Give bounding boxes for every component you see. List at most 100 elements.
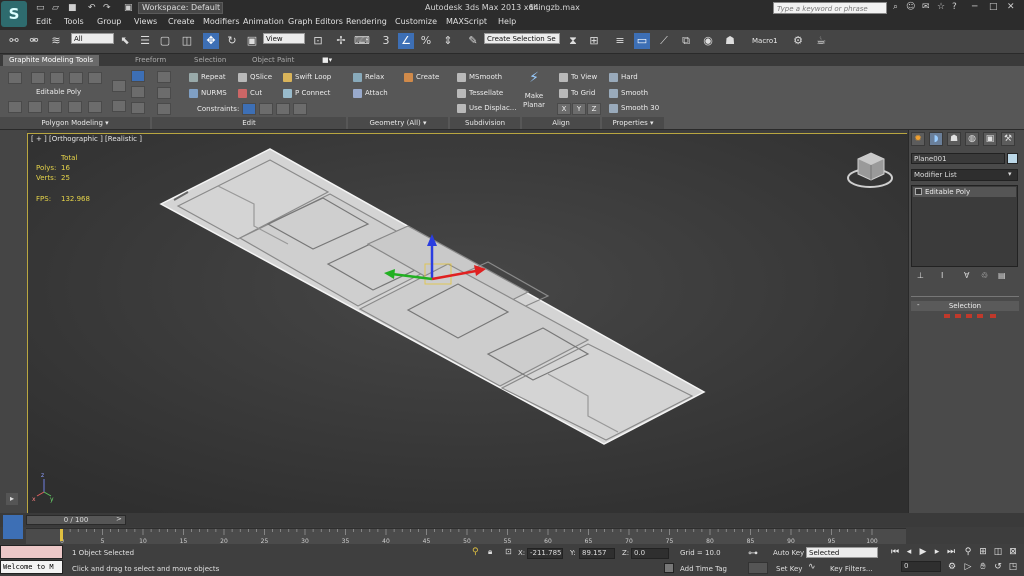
macro-icon[interactable]: ☗ [722, 33, 738, 49]
key-selection-dropdown[interactable]: Selected [806, 547, 878, 558]
render-production-icon[interactable]: ☕ [813, 33, 829, 49]
attach-button[interactable]: Attach [353, 88, 388, 98]
viewport-label[interactable]: [ + ] [Orthographic ] [Realistic ] [31, 135, 142, 143]
ribbon-scroll-up-icon[interactable] [112, 80, 126, 92]
field-of-view-icon[interactable]: ▷ [962, 561, 974, 573]
graphite-toggle-icon[interactable]: ▭ [634, 33, 650, 49]
go-to-end-icon[interactable]: ⏭ [945, 546, 957, 558]
save-file-icon[interactable]: ■ [68, 3, 77, 15]
ignore-backfacing-icon[interactable] [131, 86, 145, 98]
nurms-button[interactable]: NURMS [189, 88, 227, 98]
use-soft-selection-icon[interactable] [131, 70, 145, 82]
favorites-icon[interactable]: ☆ [937, 2, 945, 14]
time-configuration-icon[interactable]: ⚙ [946, 561, 958, 573]
angle-snap-icon[interactable]: ∠ [398, 33, 414, 49]
select-and-rotate-icon[interactable]: ↻ [224, 33, 240, 49]
absolute-mode-icon[interactable]: ⊡ [505, 547, 512, 556]
menu-help[interactable]: Help [498, 17, 516, 29]
search-input[interactable]: Type a keyword or phrase [773, 2, 887, 14]
menu-create[interactable]: Create [168, 17, 195, 29]
planar-y-button[interactable]: Y [572, 103, 586, 115]
subobj-vertex-icon[interactable] [944, 314, 950, 318]
selection-rollout-header[interactable]: Selection [911, 301, 1019, 311]
cut-button[interactable]: Cut [238, 88, 262, 98]
edit-group-footer[interactable]: Edit [152, 117, 346, 129]
pin-stack-icon[interactable]: ⊥ [917, 271, 924, 280]
set-key-button[interactable]: Set Key [776, 564, 802, 575]
polygon-modeling-footer[interactable]: Polygon Modeling ▾ [0, 117, 150, 129]
make-unique-icon[interactable]: ∀ [964, 271, 969, 280]
motion-panel-tab[interactable]: ◍ [965, 132, 979, 146]
spinner-snap-icon[interactable]: ⇕ [440, 33, 456, 49]
align-icon[interactable]: ⊞ [586, 33, 602, 49]
tessellate-button[interactable]: Tessellate [457, 88, 503, 98]
pivot-center-icon[interactable]: ⊡ [310, 33, 326, 49]
perspective-viewport[interactable]: z x y [27, 133, 908, 514]
menu-tools[interactable]: Tools [64, 17, 84, 29]
reference-coordinate-dropdown[interactable]: View [263, 33, 305, 44]
app-logo-icon[interactable]: S [1, 1, 27, 27]
workspace-dropdown[interactable]: Workspace: Default [138, 2, 223, 14]
orbit-icon[interactable]: ↺ [992, 561, 1004, 573]
close-window-icon[interactable]: ✕ [1007, 2, 1015, 14]
maxscript-mini-listener[interactable]: Welcome to M [0, 560, 63, 574]
object-color-swatch[interactable] [1007, 153, 1018, 164]
percent-snap-icon[interactable]: % [418, 33, 434, 49]
window-crossing-icon[interactable]: ◫ [179, 33, 195, 49]
x-coord-field[interactable]: -211.785 [527, 548, 563, 559]
grow-icon[interactable] [157, 71, 171, 83]
menu-animation[interactable]: Animation [243, 17, 284, 29]
next-modifier-icon[interactable] [48, 101, 62, 113]
menu-customize[interactable]: Customize [395, 17, 437, 29]
track-bar[interactable]: 0 5 10 15 20 25 30 35 40 45 50 55 60 65 70 75 80 85 90 95 10… [26, 528, 906, 545]
manipulate-icon[interactable]: ✢ [333, 33, 349, 49]
constraint-edge-icon[interactable] [259, 103, 273, 115]
subobj-element-icon[interactable] [990, 314, 996, 318]
select-and-scale-icon[interactable]: ▣ [244, 33, 260, 49]
minimize-window-icon[interactable]: ─ [972, 2, 977, 14]
menu-maxscript[interactable]: MAXScript [446, 17, 487, 29]
infocenter-icon[interactable]: ✉ [922, 2, 930, 14]
select-and-move-icon[interactable]: ✥ [203, 33, 219, 49]
mirror-icon[interactable]: ⧗ [565, 33, 581, 49]
qslice-button[interactable]: QSlice [238, 72, 272, 82]
tab-freeform[interactable]: Freeform [135, 55, 166, 66]
create-panel-tab[interactable]: ✹ [911, 132, 925, 146]
polygon-mode-icon[interactable] [69, 72, 83, 84]
planar-z-button[interactable]: Z [587, 103, 601, 115]
auto-key-button[interactable]: Auto Key [773, 548, 804, 559]
next-frame-arrow-icon[interactable]: > [116, 515, 122, 523]
project-folder-icon[interactable]: ▣ [124, 3, 133, 15]
rollout-collapse-icon[interactable]: - [917, 301, 920, 309]
keyboard-shortcut-override-icon[interactable]: ⌨ [354, 33, 370, 49]
ribbon-scroll-down-icon[interactable] [112, 100, 126, 112]
material-editor-icon[interactable]: ◉ [700, 33, 716, 49]
modify-panel-tab[interactable]: ◗ [929, 132, 943, 146]
tab-object-paint[interactable]: Object Paint [252, 55, 294, 66]
zoom-extents-all-icon[interactable]: ⊠ [1007, 546, 1019, 558]
modifier-stack[interactable] [911, 185, 1018, 267]
maximize-viewport-icon[interactable]: ◳ [1007, 561, 1019, 573]
hard-button[interactable]: Hard [609, 72, 638, 82]
smooth-30-button[interactable]: Smooth 30 [609, 103, 659, 113]
menu-graph-editors[interactable]: Graph Editors [288, 17, 343, 29]
curve-editor-icon[interactable]: ⟋ [656, 33, 672, 49]
utilities-panel-tab[interactable]: ⚒ [1001, 132, 1015, 146]
render-setup-icon[interactable]: ⚙ [790, 33, 806, 49]
object-name-field[interactable]: Plane001 [911, 153, 1005, 164]
open-file-icon[interactable]: ▱ [52, 3, 59, 15]
to-view-button[interactable]: To View [559, 72, 597, 82]
stack-expand-icon[interactable] [915, 188, 922, 195]
current-frame-marker[interactable] [60, 529, 63, 541]
make-planar-button[interactable]: Make Planar [521, 92, 547, 110]
repeat-button[interactable]: Repeat [189, 72, 226, 82]
properties-group-footer[interactable]: Properties ▾ [602, 117, 664, 129]
menu-views[interactable]: Views [134, 17, 157, 29]
select-by-name-icon[interactable]: ☰ [137, 33, 153, 49]
menu-rendering[interactable]: Rendering [346, 17, 387, 29]
key-mode-icon[interactable]: ⊶ [748, 548, 758, 559]
shrink-icon[interactable] [157, 87, 171, 99]
element-mode-icon[interactable] [88, 72, 102, 84]
schematic-view-icon[interactable]: ⧉ [678, 33, 694, 49]
select-object-icon[interactable]: ⬉ [117, 33, 133, 49]
